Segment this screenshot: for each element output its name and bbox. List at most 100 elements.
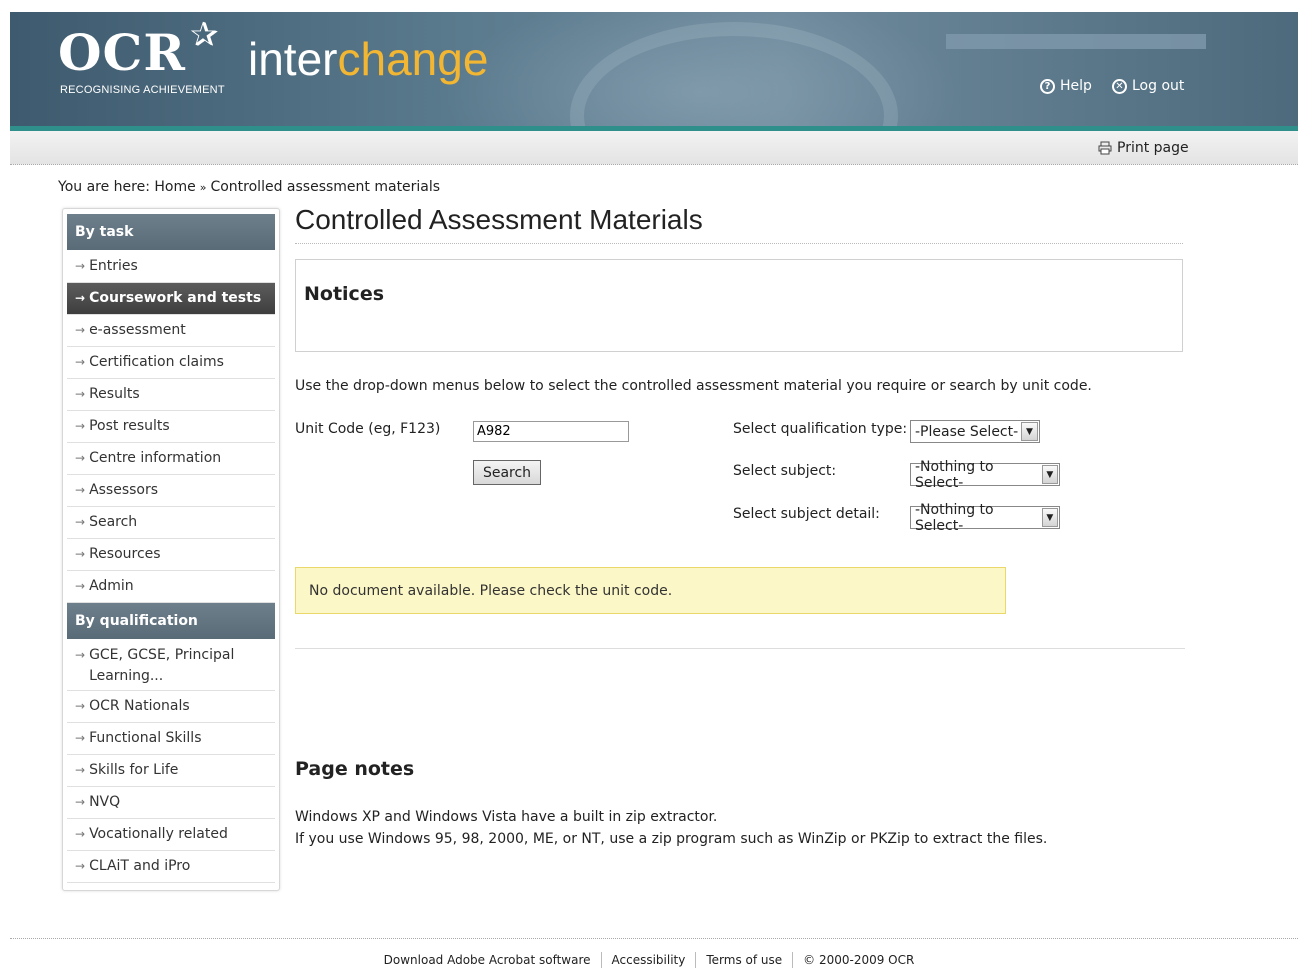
help-link[interactable]: ? Help bbox=[1040, 78, 1092, 94]
arrow-right-icon: → bbox=[75, 355, 86, 369]
logo-tagline: RECOGNISING ACHIEVEMENT bbox=[60, 84, 225, 96]
subject-detail-label: Select subject detail: bbox=[733, 506, 880, 522]
print-page-label: Print page bbox=[1117, 140, 1189, 156]
app-name-part2: change bbox=[337, 33, 489, 85]
sidebar-item-nvq[interactable]: → NVQ bbox=[67, 787, 275, 819]
subject-detail-select[interactable]: -Nothing to Select- ▼ bbox=[910, 502, 1060, 534]
sidebar-item-skills-for-life[interactable]: → Skills for Life bbox=[67, 755, 275, 787]
sidebar-item-assessors[interactable]: → Assessors bbox=[67, 475, 275, 507]
subject-label: Select subject: bbox=[733, 463, 837, 479]
notices-panel bbox=[295, 259, 1183, 352]
sidebar-item-label: Entries bbox=[89, 258, 138, 274]
qualification-type-label: Select qualification type: bbox=[733, 421, 908, 437]
subject-select[interactable]: -Nothing to Select- ▼ bbox=[910, 459, 1060, 491]
footer: Download Adobe Acrobat software Accessib… bbox=[0, 952, 1298, 968]
sidebar-item-functional-skills[interactable]: → Functional Skills bbox=[67, 723, 275, 755]
sidebar-item-centre-information[interactable]: → Centre information bbox=[67, 443, 275, 475]
sidebar-item-certification-claims[interactable]: → Certification claims bbox=[67, 347, 275, 379]
close-circle-icon: ✕ bbox=[1112, 78, 1127, 94]
help-icon: ? bbox=[1040, 78, 1055, 94]
subject-value: -Nothing to Select- bbox=[915, 458, 994, 491]
sidebar-heading-by-task: By task bbox=[67, 214, 275, 250]
sidebar-item-label: NVQ bbox=[89, 794, 121, 810]
footer-link-accessibility[interactable]: Accessibility bbox=[600, 952, 696, 968]
arrow-right-icon: → bbox=[75, 763, 86, 777]
footer-link-acrobat[interactable]: Download Adobe Acrobat software bbox=[374, 952, 601, 968]
sidebar-item-label: Coursework and tests bbox=[89, 290, 262, 306]
sidebar-item-post-results[interactable]: → Post results bbox=[67, 411, 275, 443]
page-notes-title: Page notes bbox=[295, 758, 415, 780]
sidebar-item-label: Resources bbox=[89, 546, 161, 562]
app-name-part1: inter bbox=[248, 33, 338, 85]
sidebar-item-label: Vocationally related bbox=[89, 826, 228, 842]
sidebar-item-label: Post results bbox=[89, 418, 170, 434]
footer-divider bbox=[10, 938, 1298, 939]
logout-label: Log out bbox=[1132, 78, 1185, 94]
sidebar-item-entries[interactable]: → Entries bbox=[67, 251, 275, 283]
breadcrumb: You are here: Home » Controlled assessment… bbox=[58, 179, 440, 195]
arrow-right-icon: → bbox=[75, 547, 86, 561]
sidebar-item-vocationally-related[interactable]: → Vocationally related bbox=[67, 819, 275, 851]
ocr-logo[interactable]: OCR bbox=[58, 28, 186, 78]
sidebar-item-results[interactable]: → Results bbox=[67, 379, 275, 411]
sidebar-item-clait-and-ipro[interactable]: → CLAiT and iPro bbox=[67, 851, 275, 883]
sidebar-item-label: Centre information bbox=[89, 450, 222, 466]
arrow-right-icon: → bbox=[75, 483, 86, 497]
sidebar-heading-by-qualification: By qualification bbox=[67, 603, 275, 639]
chevron-down-icon: ▼ bbox=[1041, 508, 1058, 527]
sidebar-item-admin[interactable]: → Admin bbox=[67, 571, 275, 603]
subject-detail-value: -Nothing to Select- bbox=[915, 501, 994, 534]
sidebar-item-e-assessment[interactable]: → e-assessment bbox=[67, 315, 275, 347]
content-divider bbox=[295, 648, 1185, 649]
arrow-right-icon: → bbox=[75, 323, 86, 337]
instructions-text: Use the drop-down menus below to select … bbox=[295, 378, 1092, 394]
sidebar-item-search[interactable]: → Search bbox=[67, 507, 275, 539]
header-strip bbox=[946, 34, 1206, 49]
notices-title: Notices bbox=[304, 283, 385, 305]
sidebar-item-gce-gcse[interactable]: → GCE, GCSE, Principal Learning... bbox=[67, 641, 275, 691]
unit-code-input[interactable] bbox=[473, 421, 629, 442]
sidebar-item-resources[interactable]: → Resources bbox=[67, 539, 275, 571]
page-notes-line-1: Windows XP and Windows Vista have a buil… bbox=[295, 809, 718, 825]
qualification-type-value: -Please Select- bbox=[915, 423, 1019, 440]
help-label: Help bbox=[1060, 78, 1092, 94]
breadcrumb-prefix: You are here: bbox=[58, 179, 150, 195]
sidebar-item-label: GCE, GCSE, Principal Learning... bbox=[89, 647, 235, 684]
warning-message: No document available. Please check the … bbox=[295, 567, 1006, 614]
printer-icon bbox=[1098, 141, 1112, 155]
sidebar-item-label: e-assessment bbox=[89, 322, 186, 338]
unit-code-label: Unit Code (eg, F123) bbox=[295, 421, 441, 437]
sidebar-item-ocr-nationals[interactable]: → OCR Nationals bbox=[67, 691, 275, 723]
breadcrumb-home[interactable]: Home bbox=[154, 179, 195, 195]
chevron-down-icon: ▼ bbox=[1041, 465, 1058, 484]
sidebar-item-coursework-and-tests[interactable]: → Coursework and tests bbox=[67, 283, 275, 315]
search-button[interactable]: Search bbox=[473, 460, 541, 485]
breadcrumb-separator: » bbox=[199, 181, 207, 194]
star-icon: ✰ bbox=[190, 15, 219, 55]
footer-link-terms[interactable]: Terms of use bbox=[695, 952, 792, 968]
sidebar-item-label: Assessors bbox=[89, 482, 159, 498]
page-notes-line-2: If you use Windows 95, 98, 2000, ME, or … bbox=[295, 831, 1048, 847]
arrow-right-icon: → bbox=[75, 451, 86, 465]
chevron-down-icon: ▼ bbox=[1021, 422, 1038, 441]
sidebar-item-label: Search bbox=[89, 514, 138, 530]
page-title: Controlled Assessment Materials bbox=[295, 204, 703, 235]
sidebar-item-label: Admin bbox=[89, 578, 134, 594]
sidebar-item-label: Functional Skills bbox=[89, 730, 202, 746]
sidebar-item-label: Certification claims bbox=[89, 354, 224, 370]
arrow-right-icon: → bbox=[75, 419, 86, 433]
arrow-right-icon: → bbox=[75, 859, 86, 873]
sidebar-item-label: Skills for Life bbox=[89, 762, 179, 778]
print-page-link[interactable]: Print page bbox=[1098, 140, 1189, 156]
footer-copyright: © 2000-2009 OCR bbox=[792, 952, 924, 968]
qualification-type-select[interactable]: -Please Select- ▼ bbox=[910, 420, 1040, 443]
logout-link[interactable]: ✕ Log out bbox=[1112, 78, 1184, 94]
arrow-right-icon: → bbox=[75, 291, 86, 305]
sidebar-item-label: OCR Nationals bbox=[89, 698, 190, 714]
sidebar-item-label: Results bbox=[89, 386, 140, 402]
arrow-right-icon: → bbox=[75, 827, 86, 841]
breadcrumb-current: Controlled assessment materials bbox=[210, 179, 441, 195]
arrow-right-icon: → bbox=[75, 731, 86, 745]
sidebar: By task → Entries → Coursework and tests →… bbox=[62, 208, 280, 891]
arrow-right-icon: → bbox=[75, 795, 86, 809]
